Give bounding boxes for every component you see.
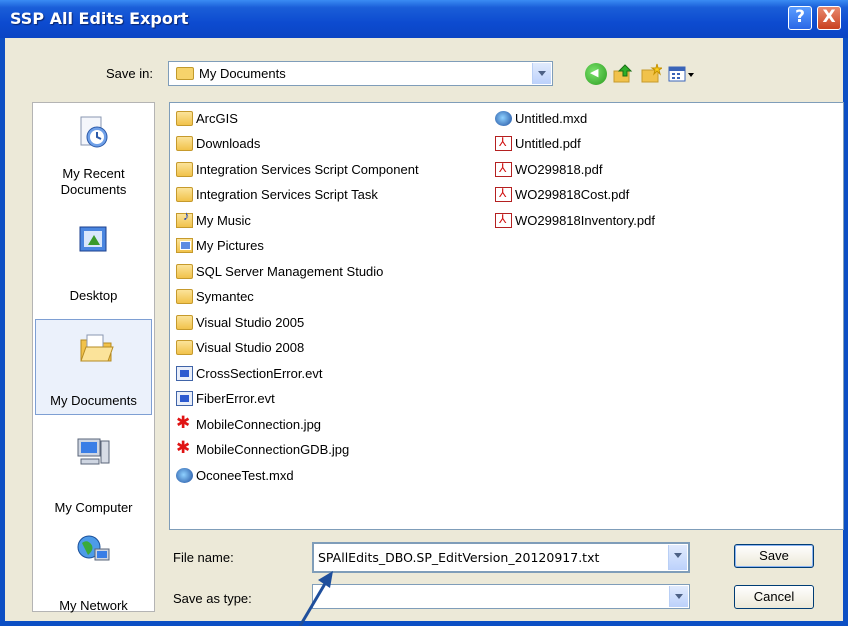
place-my-documents[interactable]: My Documents [35,319,152,415]
folder-icon [176,289,193,304]
pdf-file-icon [495,212,512,228]
evt-file-icon [176,391,193,406]
jpg-file-icon [176,438,192,458]
my-documents-folder-icon [176,67,194,80]
file-name-input[interactable] [318,550,664,565]
place-label: My Network [59,598,128,613]
pdf-file-icon [495,161,512,177]
save-as-type-dropdown[interactable] [312,584,690,609]
my-documents-folder-icon [78,330,114,366]
up-folder-icon[interactable] [612,63,634,85]
jpg-file-icon [176,413,192,433]
chevron-down-icon[interactable] [669,586,688,607]
new-folder-icon[interactable] [640,63,664,85]
help-button[interactable]: ? [788,6,812,30]
dialog-window: SSP All Edits Export ? X Save in: My Doc… [0,0,848,626]
desktop-icon [75,223,111,259]
close-button[interactable]: X [817,6,841,30]
place-my-recent-documents[interactable]: My Recent Documents [33,105,154,201]
save-button[interactable]: Save [734,544,814,568]
place-label: My Computer [54,500,133,515]
window-title: SSP All Edits Export [10,9,189,28]
place-my-network[interactable]: My Network [33,523,154,619]
place-my-computer[interactable]: My Computer [33,425,154,521]
folder-icon [176,136,193,151]
pdf-file-icon [495,186,512,202]
folder-icon [176,187,193,202]
chevron-down-icon[interactable] [668,545,687,570]
folder-icon [176,264,193,279]
save-in-label: Save in: [106,66,153,81]
save-in-dropdown[interactable]: My Documents [168,61,553,86]
place-label: My Documents [50,393,137,408]
folder-icon [176,340,193,355]
place-label: My Recent [62,166,125,181]
folder-icon [176,111,193,126]
back-icon[interactable] [585,63,607,85]
save-in-value: My Documents [199,66,286,81]
place-label: Desktop [69,288,118,303]
folder-icon [176,315,193,330]
recent-documents-icon [75,115,111,151]
file-list[interactable]: ArcGIS Downloads Integration Services Sc… [169,102,844,530]
music-folder-icon [176,208,193,228]
title-bar[interactable]: SSP All Edits Export ? X [0,0,848,38]
mxd-file-icon [495,111,512,126]
evt-file-icon [176,366,193,381]
place-desktop[interactable]: Desktop [33,213,154,309]
dialog-body: Save in: My Documents My Recent Document… [5,38,844,621]
view-menu-icon[interactable] [667,63,697,85]
my-network-icon [75,533,111,569]
chevron-down-icon[interactable] [532,63,551,84]
file-name-label: File name: [173,550,234,565]
cancel-button[interactable]: Cancel [734,585,814,609]
save-as-type-label: Save as type: [173,591,252,606]
pdf-file-icon [495,135,512,151]
places-bar: My Recent Documents Desktop My Documents [32,102,155,613]
mxd-file-icon [176,468,193,483]
pictures-folder-icon [176,238,193,253]
file-name-combo[interactable] [312,542,690,573]
folder-icon [176,162,193,177]
place-label: Documents [60,182,127,197]
my-computer-icon [75,435,111,471]
